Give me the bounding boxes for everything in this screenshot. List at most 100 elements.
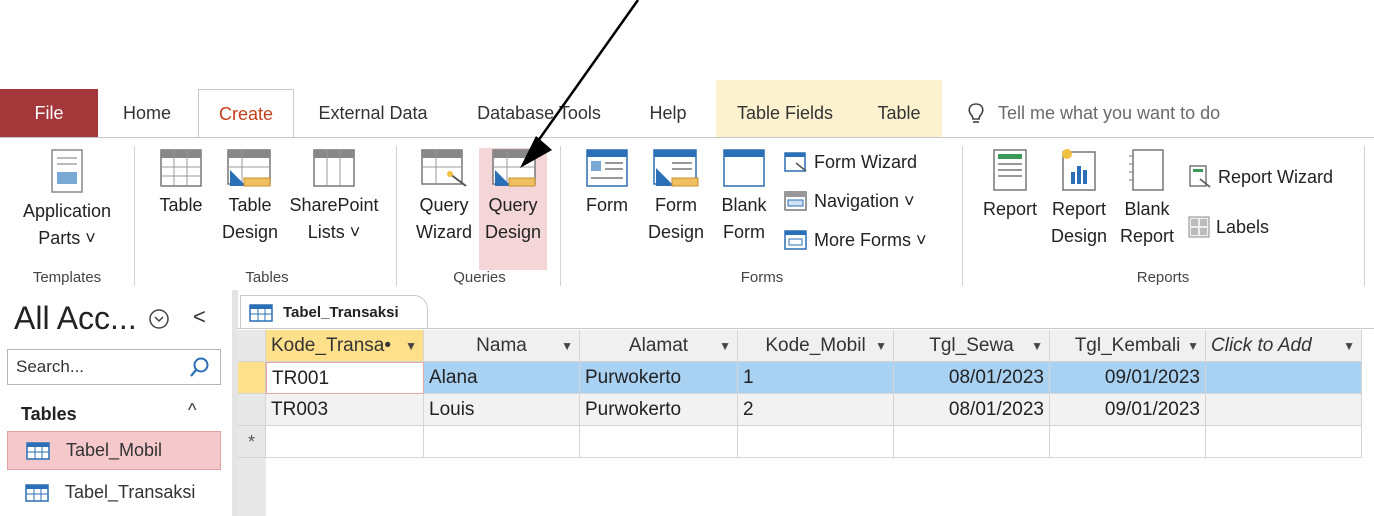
tab-file[interactable]: File (0, 89, 98, 138)
form-design-label-2: Design (647, 222, 705, 242)
navigation-button[interactable]: Navigation ˅ (784, 190, 915, 212)
table-cell[interactable]: 1 (738, 362, 894, 394)
query-design-icon (492, 149, 536, 187)
report-wizard-icon (1189, 165, 1211, 188)
table-cell[interactable] (580, 426, 738, 458)
report-wizard-button[interactable]: Report Wizard (1188, 165, 1333, 189)
query-wizard-icon (421, 149, 467, 187)
table-cell[interactable]: 2 (738, 394, 894, 426)
report-design-label-2: Design (1050, 226, 1108, 246)
document-tab-divider (238, 328, 1374, 329)
nav-section-toggle[interactable]: ^ (188, 400, 196, 421)
nav-shutter-button[interactable]: < (193, 304, 206, 330)
tab-table[interactable]: Table (862, 89, 936, 138)
tab-external-data[interactable]: External Data (303, 89, 443, 138)
table-cell[interactable]: Alana (424, 362, 580, 394)
select-all-corner[interactable] (238, 330, 266, 362)
sharepoint-lists-icon (313, 149, 355, 187)
tab-help[interactable]: Help (636, 89, 700, 138)
dropdown-arrow-icon[interactable]: ▼ (1031, 330, 1043, 361)
search-icon[interactable] (189, 356, 211, 378)
tab-create[interactable]: Create (198, 89, 294, 139)
table-cell[interactable] (266, 426, 424, 458)
form-button[interactable]: Form (578, 148, 636, 219)
blank-form-label-1: Blank (721, 195, 767, 215)
report-icon (993, 149, 1027, 191)
document-tab[interactable]: Tabel_Transaksi (240, 295, 428, 329)
table-cell[interactable]: Purwokerto (580, 362, 738, 394)
column-header-kode-transaksi[interactable]: Kode_Transa• ▼ (266, 330, 424, 362)
nav-pane-title[interactable]: All Acc... (14, 300, 137, 337)
table-cell[interactable] (1206, 426, 1362, 458)
group-divider (962, 146, 963, 286)
table-icon (249, 303, 273, 322)
blank-report-button[interactable]: Blank Report (1116, 148, 1178, 250)
table-cell[interactable]: Purwokerto (580, 394, 738, 426)
form-icon (586, 149, 628, 187)
report-button[interactable]: Report (978, 148, 1042, 223)
nav-section-tables[interactable]: Tables (21, 404, 77, 425)
application-parts-button[interactable]: Application Parts ˅ (8, 148, 126, 252)
column-header-nama[interactable]: Nama ▼ (424, 330, 580, 362)
query-design-button[interactable]: Query Design (479, 148, 547, 270)
form-design-button[interactable]: Form Design (644, 148, 708, 246)
table-cell[interactable]: 09/01/2023 (1050, 394, 1206, 426)
column-header-alamat[interactable]: Alamat ▼ (580, 330, 738, 362)
table-cell[interactable] (1050, 426, 1206, 458)
table-cell[interactable]: Louis (424, 394, 580, 426)
column-header-tgl-kembali[interactable]: Tgl_Kembali ▼ (1050, 330, 1206, 362)
table-cell[interactable] (1206, 362, 1362, 394)
column-header-kode-mobil[interactable]: Kode_Mobil ▼ (738, 330, 894, 362)
group-divider (560, 146, 561, 286)
report-design-icon (1062, 149, 1096, 191)
nav-item-label: Tabel_Mobil (66, 440, 163, 460)
report-design-button[interactable]: Report Design (1046, 148, 1112, 250)
query-wizard-label-2: Wizard (415, 222, 472, 242)
table-cell[interactable] (424, 426, 580, 458)
dropdown-arrow-icon[interactable]: ▼ (561, 330, 573, 361)
dropdown-arrow-icon[interactable]: ▼ (719, 330, 731, 361)
table-cell[interactable]: 08/01/2023 (894, 394, 1050, 426)
dropdown-arrow-icon[interactable]: ▼ (875, 330, 887, 361)
nav-item-tabel-mobil[interactable]: Tabel_Mobil (7, 431, 221, 470)
table-cell[interactable]: TR003 (266, 394, 424, 426)
dropdown-arrow-icon[interactable]: ▼ (405, 330, 417, 361)
column-header-click-to-add[interactable]: Click to Add ▼ (1206, 330, 1362, 362)
blank-form-button[interactable]: Blank Form (714, 148, 774, 246)
tab-home[interactable]: Home (106, 89, 188, 138)
application-parts-label-2: Parts ˅ (38, 228, 96, 248)
row-selector-filler (238, 458, 266, 516)
form-wizard-label: Form Wizard (814, 151, 917, 172)
nav-menu-chevron-icon[interactable] (148, 308, 170, 330)
tell-me-box[interactable]: Tell me what you want to do (966, 89, 1220, 138)
table-design-button[interactable]: Table Design (218, 148, 282, 246)
nav-item-tabel-transaksi[interactable]: Tabel_Transaksi (7, 473, 221, 512)
group-divider (396, 146, 397, 286)
column-header-label: Alamat (628, 335, 689, 356)
column-header-tgl-sewa[interactable]: Tgl_Sewa ▼ (894, 330, 1050, 362)
sharepoint-lists-button[interactable]: SharePoint Lists ˅ (284, 148, 384, 246)
group-divider (1364, 146, 1365, 286)
tab-table-fields[interactable]: Table Fields (724, 89, 846, 138)
table-cell[interactable]: 09/01/2023 (1050, 362, 1206, 394)
labels-label: Labels (1216, 216, 1270, 237)
blank-form-label-2: Form (723, 222, 765, 242)
table-button[interactable]: Table (150, 148, 212, 219)
row-selector[interactable] (238, 394, 266, 426)
column-header-label: Kode_Mobil (765, 335, 866, 356)
table-cell[interactable] (894, 426, 1050, 458)
table-cell[interactable]: TR001 (266, 362, 424, 394)
tab-database-tools[interactable]: Database Tools (459, 89, 619, 138)
labels-button[interactable]: Labels (1188, 216, 1269, 238)
nav-item-label: Tabel_Transaksi (65, 482, 196, 502)
table-cell[interactable] (738, 426, 894, 458)
more-forms-button[interactable]: More Forms ˅ (784, 229, 927, 251)
row-selector[interactable] (238, 362, 266, 394)
table-cell[interactable]: 08/01/2023 (894, 362, 1050, 394)
dropdown-arrow-icon[interactable]: ▼ (1343, 330, 1355, 361)
query-wizard-button[interactable]: Query Wizard (412, 148, 476, 246)
sharepoint-lists-label-1: SharePoint (289, 195, 379, 215)
form-wizard-button[interactable]: Form Wizard (784, 151, 917, 173)
dropdown-arrow-icon[interactable]: ▼ (1187, 330, 1199, 361)
table-cell[interactable] (1206, 394, 1362, 426)
